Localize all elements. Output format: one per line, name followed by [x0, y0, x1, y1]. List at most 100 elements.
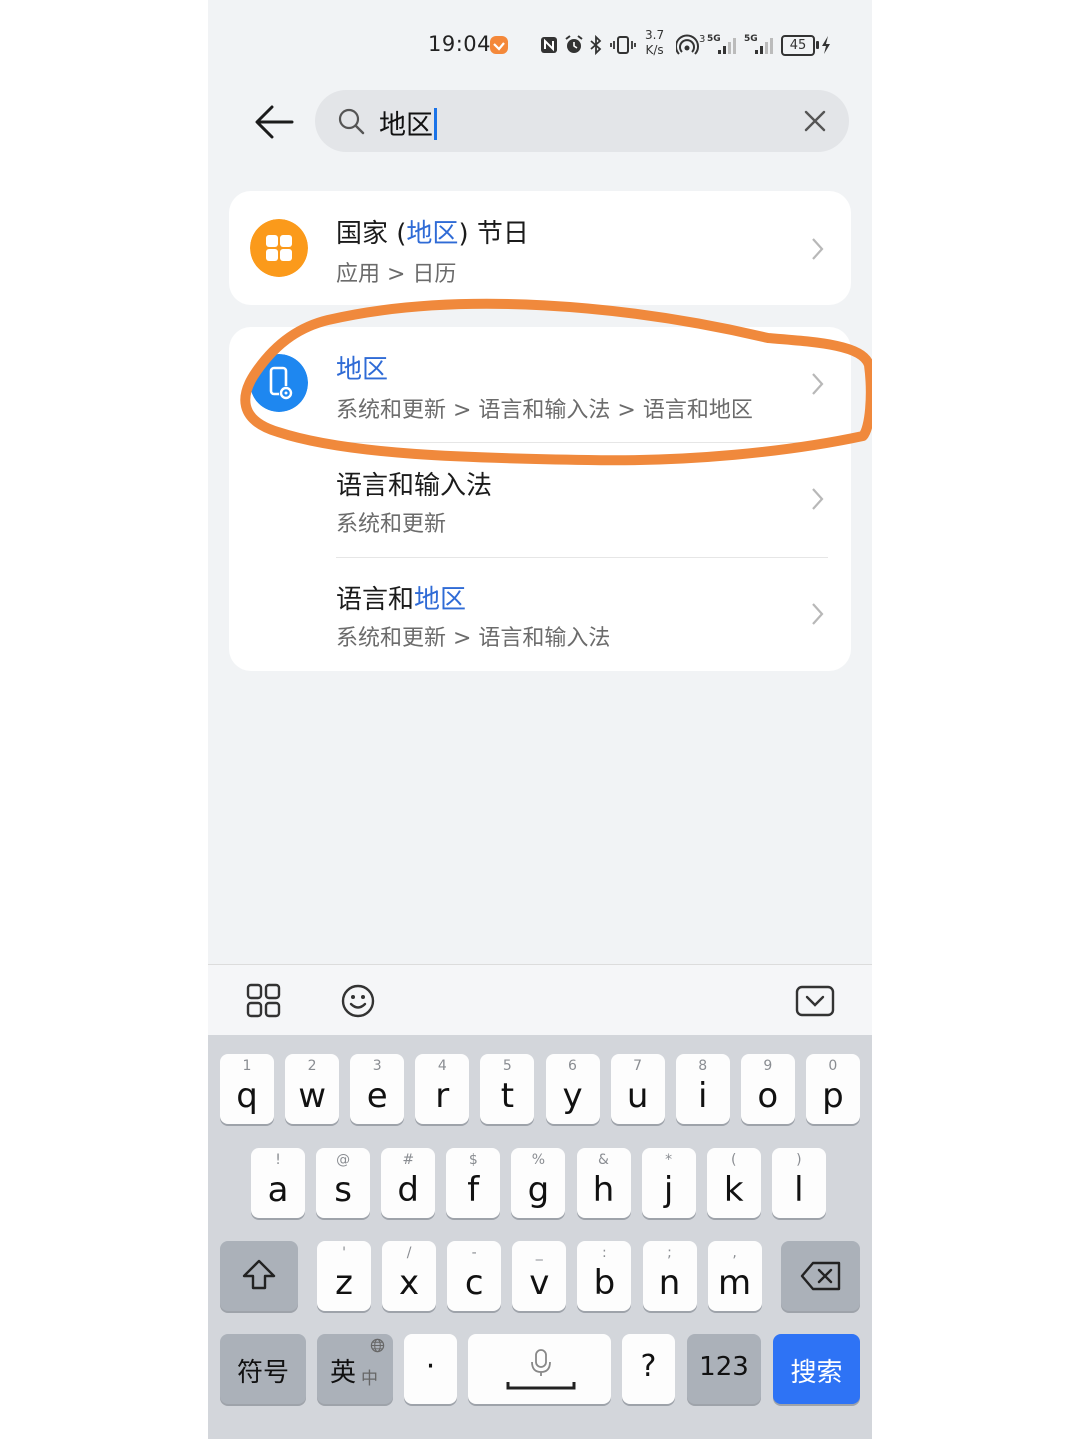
backspace-key[interactable]	[781, 1241, 860, 1311]
key-b[interactable]: :b	[577, 1241, 632, 1311]
shift-key[interactable]	[220, 1241, 298, 1311]
result-title: 国家 (地区) 节日	[336, 213, 529, 250]
key-char: n	[658, 1263, 681, 1303]
system-settings-icon	[250, 354, 308, 412]
key-s[interactable]: @ s	[316, 1148, 371, 1218]
key-z[interactable]: ' z	[317, 1241, 371, 1311]
key-char: k	[723, 1170, 744, 1210]
key-hint: (	[730, 1152, 737, 1168]
key-hint: 4	[437, 1058, 447, 1074]
key-f[interactable]: $ f	[446, 1148, 501, 1218]
key-char: x	[399, 1263, 420, 1303]
back-arrow-icon[interactable]	[252, 100, 296, 144]
nfc-icon	[541, 37, 557, 53]
key-hint: _	[535, 1245, 543, 1261]
key-label: 搜索	[790, 1358, 843, 1388]
hotspot-icon	[676, 34, 699, 55]
grid-icon[interactable]	[245, 982, 283, 1020]
key-k[interactable]: (k	[706, 1148, 761, 1218]
battery-tip	[816, 41, 819, 49]
key-h[interactable]: & h	[576, 1148, 631, 1218]
notification-app-icon	[490, 36, 508, 54]
key-m[interactable]: ,m	[707, 1241, 762, 1311]
key-char: e	[366, 1076, 388, 1116]
key-hint: '	[342, 1245, 346, 1261]
key-char: q	[236, 1076, 258, 1116]
dot-key[interactable]: ·	[404, 1334, 457, 1404]
key-char: u	[626, 1076, 649, 1116]
language-switch-key[interactable]: 英 中	[317, 1334, 393, 1404]
key-l[interactable]: ) l	[771, 1148, 826, 1218]
key-char: h	[592, 1170, 615, 1210]
key-hint: 2	[307, 1058, 317, 1074]
key-char: f	[467, 1170, 480, 1210]
key-char: o	[757, 1076, 779, 1116]
symbols-key[interactable]: 符号	[220, 1334, 306, 1404]
key-i[interactable]: 8i	[675, 1054, 730, 1124]
result-title: 语言和输入法	[336, 471, 493, 501]
key-r[interactable]: 4r	[415, 1054, 470, 1124]
result-item-region[interactable]: 地区 系统和更新 > 语言和输入法 > 语言和地区	[229, 327, 851, 441]
key-q[interactable]: 1q	[220, 1054, 274, 1124]
result-item-language-region[interactable]: 语言和地区 系统和更新 > 语言和输入法	[229, 558, 851, 671]
search-key[interactable]: 搜索	[773, 1334, 860, 1404]
key-char: b	[593, 1263, 616, 1303]
key-o[interactable]: 9o	[740, 1054, 795, 1124]
key-hint: ;	[667, 1245, 672, 1261]
key-char: a	[267, 1170, 289, 1210]
key-hint: #	[402, 1152, 415, 1168]
result-path: 系统和更新	[336, 512, 447, 537]
key-char: m	[718, 1263, 752, 1303]
result-path: 系统和更新 > 语言和输入法	[336, 626, 611, 651]
status-bar: 19:04 3.7 K/s 3 5G 5G 45	[208, 0, 872, 90]
key-hint: 6	[568, 1058, 577, 1074]
charging-icon	[822, 36, 830, 54]
result-item-language-input[interactable]: 语言和输入法 系统和更新	[229, 443, 851, 557]
key-v[interactable]: _ v	[512, 1241, 567, 1311]
numbers-key[interactable]: 123	[687, 1334, 761, 1404]
key-char: t	[500, 1076, 515, 1116]
question-key[interactable]: ?	[622, 1334, 675, 1404]
title-part: 国家 (	[336, 219, 407, 249]
chevron-right-icon	[812, 488, 824, 510]
search-query: 地区	[379, 110, 433, 141]
key-n[interactable]: ; n	[642, 1241, 697, 1311]
emoji-icon[interactable]	[339, 982, 377, 1020]
title-match: 地区	[406, 219, 459, 249]
key-hint: -	[471, 1245, 477, 1261]
result-item-holidays[interactable]: 国家 (地区) 节日 应用 > 日历	[229, 191, 851, 305]
key-char: y	[562, 1076, 583, 1116]
key-char: p	[822, 1076, 844, 1116]
key-p[interactable]: 0p	[805, 1054, 860, 1124]
key-a[interactable]: ! a	[251, 1148, 305, 1218]
key-x[interactable]: / x	[382, 1241, 437, 1311]
key-e[interactable]: 3e	[350, 1054, 405, 1124]
key-d[interactable]: # d	[381, 1148, 436, 1218]
key-hint: $	[468, 1152, 478, 1168]
key-t[interactable]: 5t	[480, 1054, 535, 1124]
vibrate-icon	[610, 36, 636, 54]
key-hint: 5	[502, 1058, 512, 1074]
key-label: 123	[699, 1352, 749, 1382]
key-y[interactable]: 6y	[545, 1054, 600, 1124]
search-icon	[338, 108, 365, 135]
key-u[interactable]: 7u	[610, 1054, 665, 1124]
result-title: 地区	[336, 349, 388, 386]
clear-icon[interactable]	[801, 107, 829, 135]
space-key[interactable]	[468, 1334, 611, 1404]
search-input[interactable]: 地区	[379, 103, 437, 142]
key-char: g	[527, 1170, 550, 1210]
search-field[interactable]: 地区	[315, 90, 849, 152]
result-card-calendar: 国家 (地区) 节日 应用 > 日历	[229, 191, 851, 305]
key-c[interactable]: -c	[447, 1241, 502, 1311]
hide-keyboard-icon[interactable]	[795, 982, 835, 1020]
signal-icon	[718, 38, 736, 54]
microphone-icon	[506, 1349, 576, 1390]
key-label: ?	[640, 1349, 657, 1384]
key-hint: 1	[242, 1058, 252, 1074]
title-part: ) 节日	[458, 219, 529, 249]
title-part: 语言和	[336, 585, 415, 615]
key-g[interactable]: % g	[511, 1148, 566, 1218]
key-j[interactable]: * j	[641, 1148, 696, 1218]
key-w[interactable]: 2w	[285, 1054, 340, 1124]
